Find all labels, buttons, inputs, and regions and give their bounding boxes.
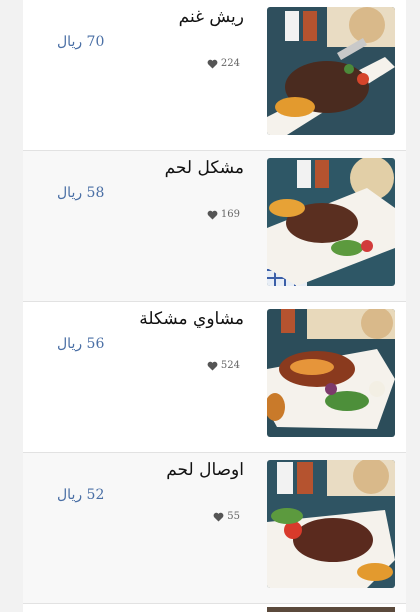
dish-name: مشاوي مشكلة bbox=[139, 309, 244, 329]
dish-image[interactable] bbox=[267, 309, 395, 437]
dish-image[interactable] bbox=[267, 158, 395, 286]
menu-item-mixed-grill[interactable]: مشاوي مشكلة 524 56 ريال bbox=[23, 302, 406, 453]
dish-name: اوصال لحم bbox=[166, 460, 244, 480]
menu-item-mixed-meat[interactable]: مشكل لحم 169 58 ريال bbox=[23, 151, 406, 302]
likes-number: 224 bbox=[220, 58, 240, 69]
likes-number: 55 bbox=[227, 511, 240, 522]
dish-name: مشكل لحم bbox=[164, 158, 244, 178]
heart-icon[interactable] bbox=[207, 59, 218, 69]
dish-image[interactable] bbox=[267, 7, 395, 135]
menu-item-lamb-ribs[interactable]: ريش غنم 224 70 ريال bbox=[23, 0, 406, 151]
dish-price: 58 ريال bbox=[57, 185, 105, 201]
dish-image[interactable] bbox=[267, 460, 395, 588]
next-item-image-peek bbox=[267, 607, 395, 612]
dish-name: ريش غنم bbox=[178, 7, 244, 27]
likes-count[interactable]: 524 bbox=[207, 360, 240, 371]
dish-price: 52 ريال bbox=[57, 487, 105, 503]
likes-number: 524 bbox=[220, 360, 240, 371]
likes-count[interactable]: 55 bbox=[213, 511, 240, 522]
menu-list: ريش غنم 224 70 ريال مشكل لحم 169 58 ريال… bbox=[23, 0, 406, 612]
dish-price: 56 ريال bbox=[57, 336, 105, 352]
likes-count[interactable]: 169 bbox=[207, 209, 240, 220]
heart-icon[interactable] bbox=[207, 210, 218, 220]
heart-icon[interactable] bbox=[213, 512, 224, 522]
dish-price: 70 ريال bbox=[57, 34, 105, 50]
likes-count[interactable]: 224 bbox=[207, 58, 240, 69]
menu-item-meat-cubes[interactable]: اوصال لحم 55 52 ريال bbox=[23, 453, 406, 604]
heart-icon[interactable] bbox=[207, 361, 218, 371]
likes-number: 169 bbox=[220, 209, 240, 220]
